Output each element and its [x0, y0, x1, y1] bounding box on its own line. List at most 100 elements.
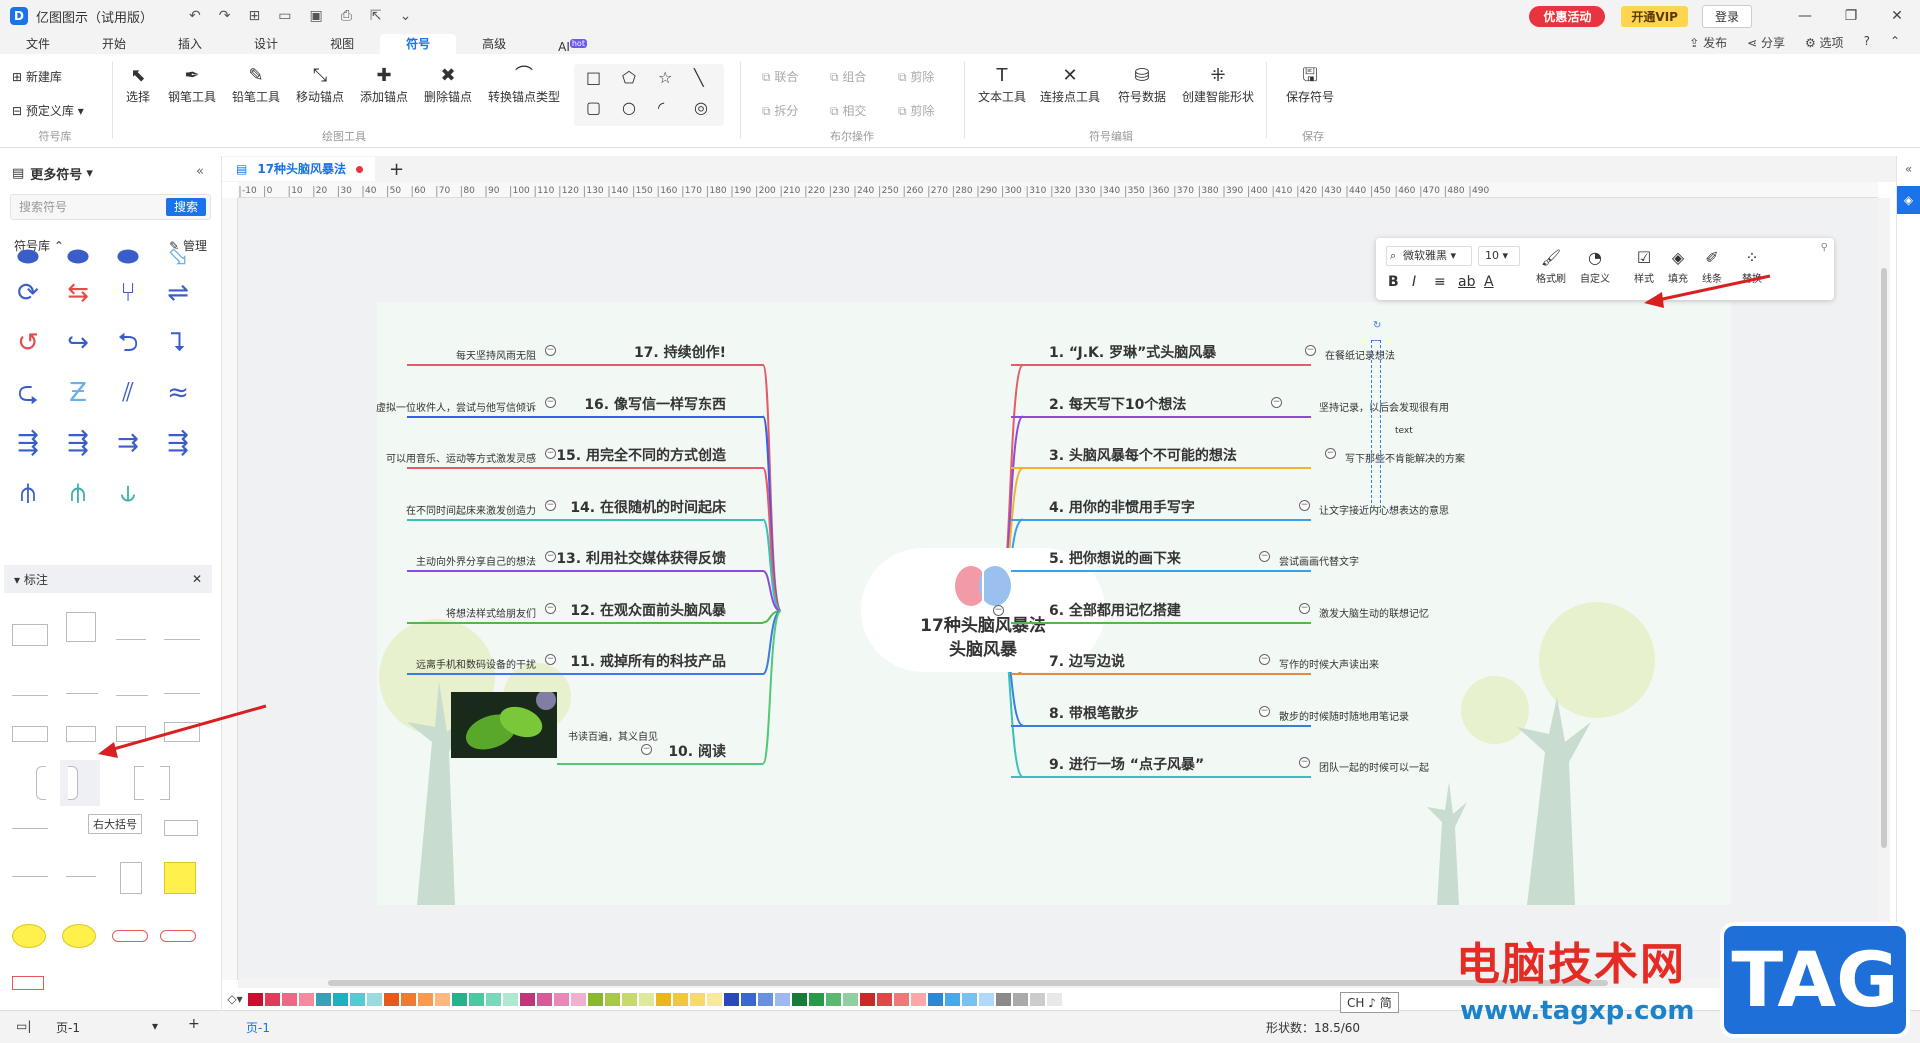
underline-button[interactable]: ab — [1458, 274, 1475, 290]
cycle-arrow-symbol[interactable]: ⟳ — [8, 276, 48, 310]
close-icon[interactable]: ✕ — [1874, 8, 1920, 24]
callout-shape[interactable] — [12, 624, 48, 646]
branch-topic[interactable]: 14. 在很随机的时间起床 — [570, 497, 726, 517]
color-swatch[interactable] — [911, 992, 926, 1006]
collapse-ribbon-icon[interactable]: ⌃ — [1890, 34, 1900, 51]
leaf-photo[interactable] — [451, 692, 557, 758]
callout-shape[interactable] — [12, 876, 48, 877]
bend-arrow-symbol[interactable]: ⮌ — [108, 326, 148, 360]
add-tab-icon[interactable]: + — [389, 159, 404, 180]
subtract-button[interactable]: ⧉ 剪除 — [898, 68, 934, 85]
arrow-symbol[interactable]: ⬂ — [158, 240, 198, 274]
urgent-tag-shape[interactable] — [112, 930, 148, 942]
u-turn-arrow-symbol[interactable]: ↺ — [8, 326, 48, 360]
color-swatch[interactable] — [299, 992, 314, 1006]
callout-shape[interactable] — [12, 682, 48, 696]
color-swatch[interactable] — [860, 992, 875, 1006]
add-page-icon[interactable]: + — [188, 1016, 200, 1032]
color-swatch[interactable] — [775, 992, 790, 1006]
branch-note[interactable]: 团队一起的时候可以一起 — [1319, 759, 1429, 774]
color-swatch[interactable] — [537, 992, 552, 1006]
convert-anchor-button[interactable]: ⌒ 转换锚点类型 — [488, 64, 560, 105]
collapse-node-icon[interactable]: − — [545, 396, 556, 408]
font-size-select[interactable]: 10 ▾ — [1478, 246, 1520, 266]
color-swatch[interactable] — [656, 992, 671, 1006]
rectangle-icon[interactable]: □ — [586, 68, 601, 87]
color-swatch[interactable] — [503, 992, 518, 1006]
color-swatch[interactable] — [316, 992, 331, 1006]
split-arrow-symbol[interactable]: ⇌ — [158, 276, 198, 310]
color-swatch[interactable] — [282, 992, 297, 1006]
line-icon[interactable]: ╲ — [694, 68, 704, 87]
combine-button[interactable]: ⧉ 组合 — [830, 68, 866, 85]
bold-button[interactable]: B — [1388, 274, 1399, 290]
collapse-node-icon[interactable]: − — [1259, 654, 1270, 665]
color-swatch[interactable] — [724, 992, 739, 1006]
wave-arrow-symbol[interactable]: ≈ — [158, 376, 198, 410]
callout-shape[interactable] — [164, 676, 200, 694]
color-swatch[interactable] — [605, 992, 620, 1006]
pentagon-icon[interactable]: ⬠ — [622, 68, 636, 87]
color-swatch[interactable] — [554, 992, 569, 1006]
callout-shape[interactable] — [66, 726, 96, 742]
color-swatch[interactable] — [894, 992, 909, 1006]
promo-button[interactable]: 优惠活动 — [1529, 5, 1606, 27]
exclude-button[interactable]: ⧉ 剪除 — [898, 102, 934, 119]
page-view-icon[interactable]: ▭| — [16, 1019, 31, 1033]
color-swatch[interactable] — [418, 992, 433, 1006]
text-tool-button[interactable]: T 文本工具 — [978, 64, 1026, 105]
color-swatch[interactable] — [571, 992, 586, 1006]
branch-topic[interactable]: 9. 进行一场 “点子风暴” — [1049, 754, 1204, 774]
customize-icon[interactable]: ⌄ — [400, 8, 412, 24]
branch-topic[interactable]: 2. 每天写下10个想法 — [1049, 394, 1186, 414]
branch-note[interactable]: 写作的时候大声读出来 — [1279, 656, 1379, 671]
callout-shape[interactable] — [116, 682, 148, 696]
login-button[interactable]: 登录 — [1701, 4, 1752, 28]
share-button[interactable]: ⋖ 分享 — [1747, 34, 1785, 51]
color-swatch[interactable] — [792, 992, 807, 1006]
rotate-handle-icon[interactable]: ↻ — [1373, 320, 1381, 331]
preset-library-button[interactable]: ⊟ 预定义库 ▾ — [12, 102, 84, 119]
parallel-arrow-symbol[interactable]: ⇉ — [108, 426, 148, 460]
branch-topic[interactable]: 7. 边写边说 — [1049, 651, 1125, 671]
callout-shape[interactable] — [116, 726, 146, 742]
color-swatch[interactable] — [945, 992, 960, 1006]
collapse-node-icon[interactable]: − — [1325, 448, 1336, 459]
tree-arrow-symbol[interactable]: ⫛ — [58, 476, 98, 510]
right-brace-shape[interactable] — [60, 760, 100, 806]
collapse-node-icon[interactable]: − — [545, 448, 556, 459]
branch-note[interactable]: 写下那些不肯能解决的方案 — [1345, 450, 1465, 465]
fork-arrow-symbol[interactable]: ⫛ — [8, 476, 48, 510]
color-swatch[interactable] — [520, 992, 535, 1006]
search-button[interactable]: 搜索 — [165, 198, 206, 216]
parallel-arrow-symbol[interactable]: ⇶ — [8, 426, 48, 460]
smart-shape-button[interactable]: ⁜ 创建智能形状 — [1182, 64, 1254, 105]
arrow-symbol[interactable]: ⬬ — [58, 240, 98, 274]
branch-note[interactable]: 散步的时候随时随地用笔记录 — [1279, 708, 1409, 723]
align-button[interactable]: ≡ — [1434, 274, 1446, 290]
color-swatch[interactable] — [758, 992, 773, 1006]
italic-button[interactable]: I — [1412, 274, 1416, 290]
sticky-note-shape[interactable] — [164, 862, 196, 894]
selected-brace-shape[interactable] — [1371, 340, 1381, 508]
canvas[interactable]: 17种头脑风暴法 头脑风暴 − 1. “J.K. 罗琳”式头脑风暴 − 在餐纸记录想… — [238, 198, 1878, 978]
collapse-panel-icon[interactable]: « — [196, 164, 204, 179]
branch-topic[interactable]: 10. 阅读 — [668, 741, 726, 761]
collapse-node-icon[interactable]: − — [993, 605, 1004, 616]
vertical-scroll-thumb[interactable] — [1881, 268, 1887, 848]
rounded-rect-icon[interactable]: ▢ — [586, 98, 601, 117]
branch-note[interactable]: 将想法样式给朋友们 — [446, 605, 536, 620]
undo-icon[interactable]: ↶ — [189, 8, 201, 24]
menu-view[interactable]: 视图 — [304, 34, 380, 54]
fill-bucket-icon[interactable]: ◇▾ — [222, 992, 248, 1006]
color-swatch[interactable] — [622, 992, 637, 1006]
merge-arrow-symbol[interactable]: ⑂ — [108, 276, 148, 310]
callout-section-header[interactable]: ▾ 标注 ✕ — [4, 565, 212, 593]
branch-note[interactable]: 尝试画画代替文字 — [1279, 553, 1359, 568]
collapse-node-icon[interactable]: − — [1259, 551, 1270, 562]
symbol-search-input[interactable]: 搜索符号 搜索 — [10, 194, 211, 220]
new-library-button[interactable]: ⊞ 新建库 — [12, 68, 62, 85]
color-swatch[interactable] — [265, 992, 280, 1006]
collapse-node-icon[interactable]: − — [545, 602, 556, 614]
close-section-icon[interactable]: ✕ — [192, 572, 202, 586]
